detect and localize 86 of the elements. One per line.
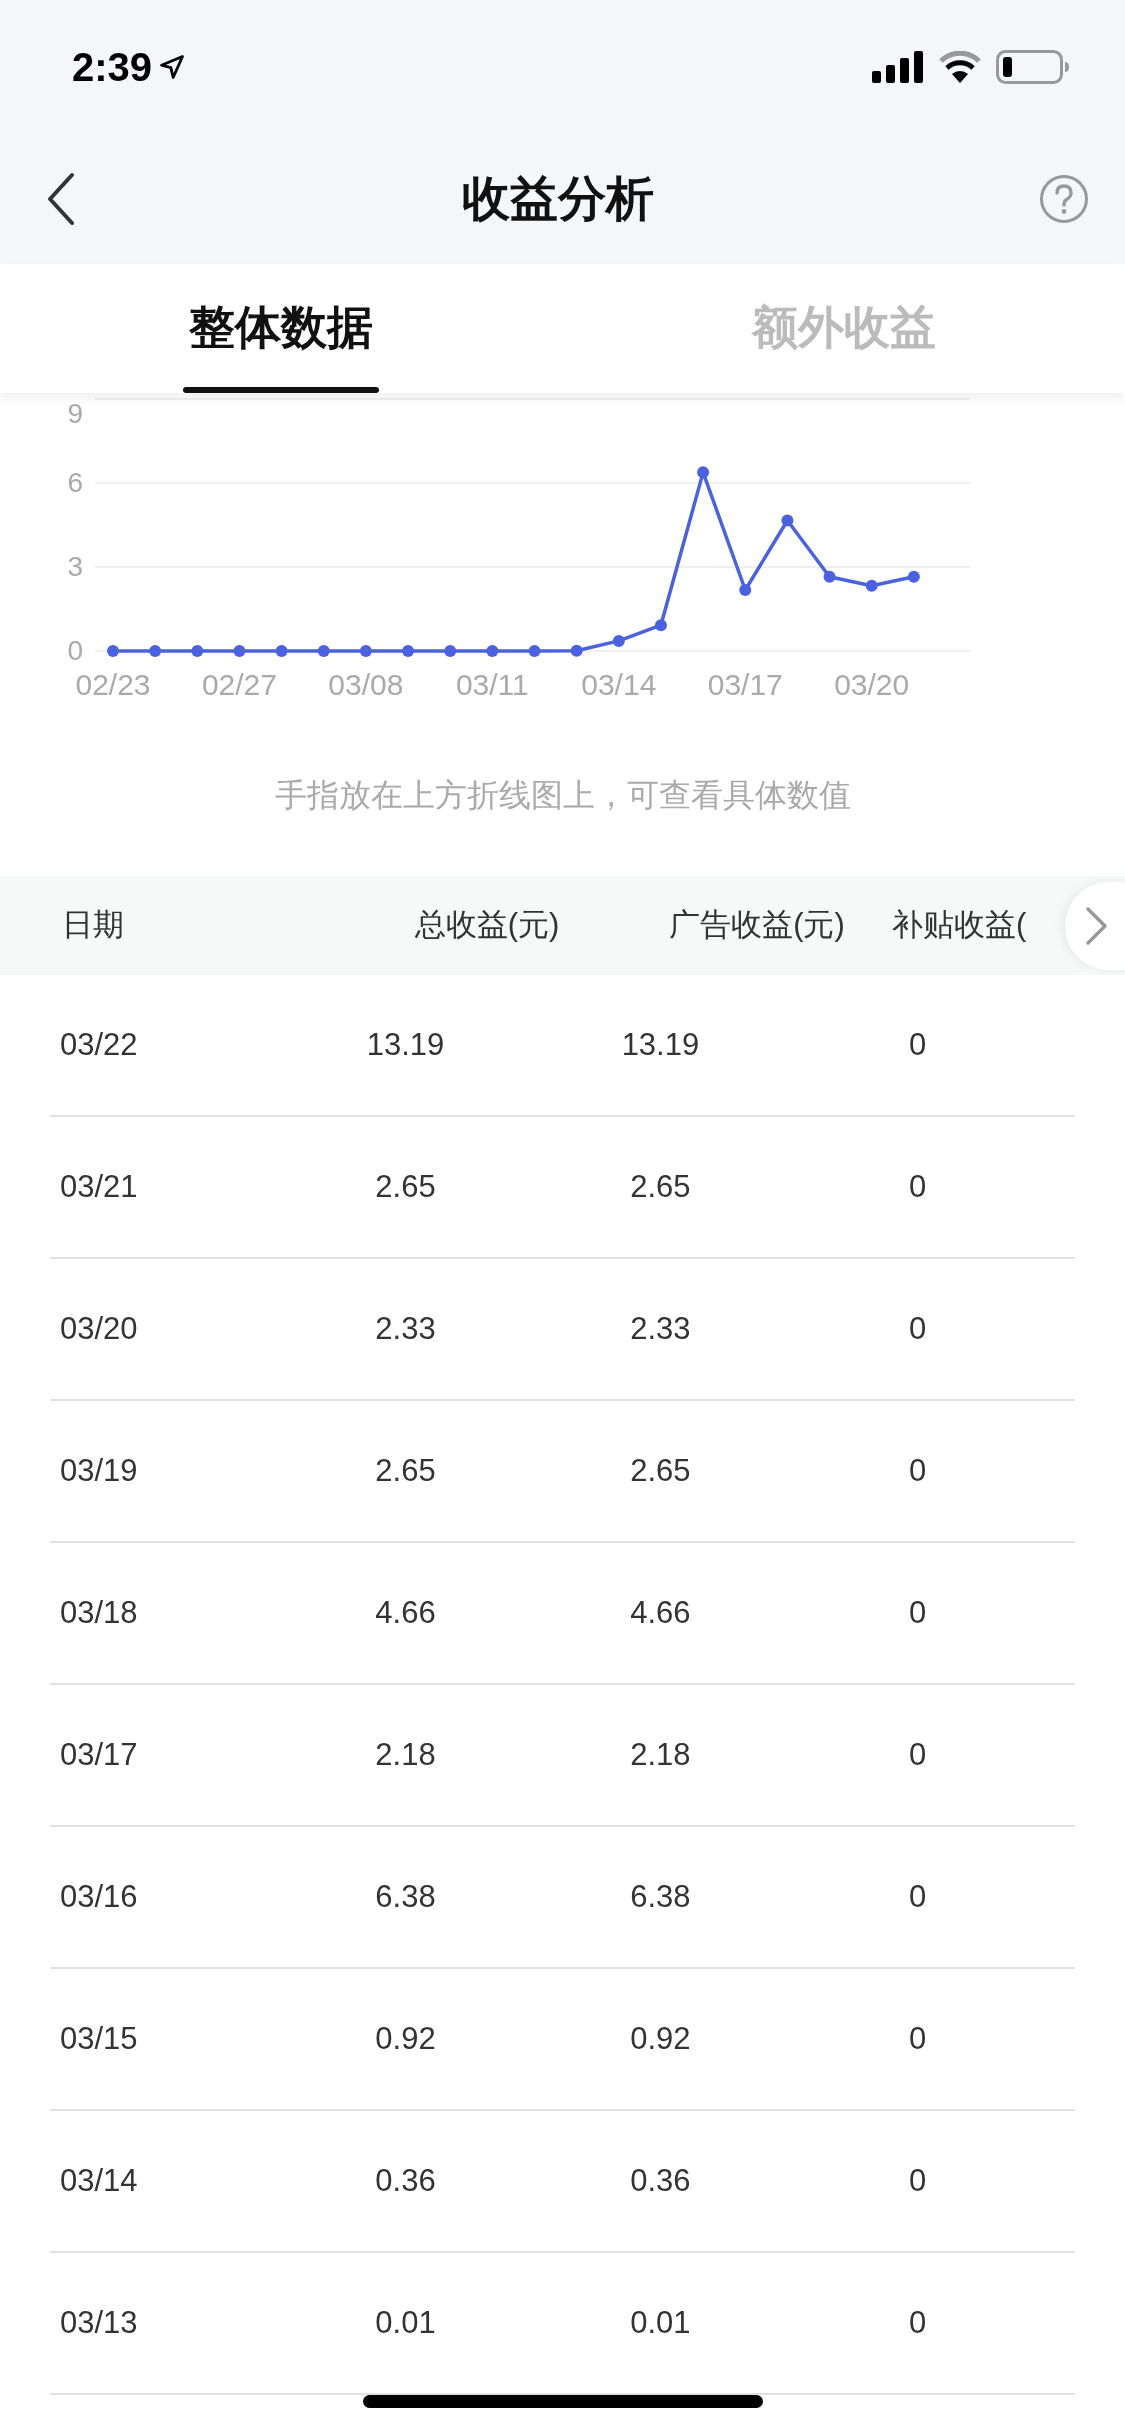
- y-tick-label: 6: [67, 467, 83, 498]
- data-point: [402, 645, 415, 657]
- table-cell-text: 03/22: [59, 1027, 139, 1063]
- table-cell-text: 13.19: [365, 1027, 446, 1063]
- table-cell-text: 0: [908, 1169, 928, 1205]
- hint-text: 手指放在上方折线图上，可查看具体数值: [274, 775, 851, 815]
- table-cell-text: 03/13: [59, 2305, 139, 2341]
- data-point: [149, 645, 162, 657]
- table-cell-text: 0: [908, 2305, 928, 2341]
- table-cell-text: 0.01: [629, 2305, 692, 2341]
- table-cell-text: 4.66: [629, 1595, 692, 1631]
- table-cell-text: 0: [908, 1311, 928, 1347]
- table-cell-text: 2.18: [374, 1737, 437, 1773]
- table-cell-text: 0: [908, 1737, 928, 1773]
- x-tick-label: 03/20: [834, 668, 910, 701]
- signal-icon: [872, 51, 924, 84]
- table-cell-text: 03/16: [59, 1879, 139, 1915]
- battery-icon: [996, 50, 1070, 85]
- table-cell-text: 03/14: [59, 2163, 139, 2199]
- x-tick-label: 03/17: [707, 668, 783, 701]
- x-tick-label: 02/23: [75, 668, 151, 701]
- data-point: [317, 645, 330, 657]
- table-cell-text: 2.33: [374, 1311, 437, 1347]
- y-tick-label: 9: [67, 398, 83, 429]
- y-tick-label: 0: [67, 635, 83, 666]
- back-chevron-icon: [46, 172, 76, 226]
- help-icon: [1039, 174, 1089, 224]
- data-point: [781, 514, 794, 527]
- x-tick-label: 02/27: [201, 668, 277, 701]
- chevron-right-icon: [1085, 905, 1109, 946]
- table-cell-text: 6.38: [629, 1879, 692, 1915]
- x-tick-label: 03/11: [455, 668, 529, 701]
- table-cell-text: 0: [908, 1595, 928, 1631]
- table-cell-text: 2.65: [374, 1169, 437, 1205]
- table-cell-text: 0: [908, 2163, 928, 2199]
- data-point: [907, 570, 920, 583]
- table-cell-text: 03/20: [59, 1311, 139, 1347]
- data-point: [233, 645, 246, 657]
- table-cell-text: 0.36: [629, 2163, 692, 2199]
- table-cell-text: 13.19: [620, 1027, 701, 1063]
- table-cell-text: 4.66: [374, 1595, 437, 1631]
- data-point: [359, 645, 372, 657]
- table-cell-text: 0: [908, 2021, 928, 2057]
- location-arrow-icon: [158, 53, 187, 82]
- data-point: [823, 570, 836, 583]
- column-header: 日期: [62, 906, 125, 945]
- table-cell-text: 03/15: [59, 2021, 139, 2057]
- table-cell-text: 0: [908, 1879, 928, 1915]
- y-tick-label: 3: [67, 551, 83, 582]
- table-cell-text: 0: [908, 1027, 928, 1063]
- data-point: [654, 619, 667, 632]
- data-point: [739, 583, 752, 596]
- data-point: [865, 579, 878, 592]
- data-point: [486, 645, 499, 657]
- column-header: 补贴收益(: [892, 906, 1028, 945]
- data-point: [528, 645, 541, 657]
- table-cell-text: 03/21: [59, 1169, 139, 1205]
- data-point: [444, 645, 457, 657]
- column-header: 总收益(元): [413, 906, 561, 945]
- table-cell-text: 03/19: [59, 1453, 139, 1489]
- table-cell-text: 0: [908, 1453, 928, 1489]
- table-cell-text: 03/18: [59, 1595, 139, 1631]
- data-point: [697, 466, 710, 479]
- data-point: [612, 634, 625, 647]
- table-cell-text: 2.18: [629, 1737, 692, 1773]
- x-tick-label: 03/08: [328, 668, 404, 701]
- data-point: [275, 645, 288, 657]
- table-cell-text: 0.36: [374, 2163, 437, 2199]
- data-point: [570, 644, 583, 657]
- table-cell-text: 2.65: [629, 1453, 692, 1489]
- wifi-icon: [938, 51, 982, 84]
- table-cell-text: 2.65: [374, 1453, 437, 1489]
- data-point: [107, 645, 119, 657]
- page-title: 收益分析: [461, 171, 654, 227]
- table-cell-text: 03/17: [59, 1737, 139, 1773]
- tab[interactable]: 整体数据: [0, 263, 563, 393]
- x-tick-label: 03/14: [581, 668, 657, 701]
- table-cell-text: 2.33: [629, 1311, 692, 1347]
- column-header: 广告收益(元): [668, 906, 846, 945]
- table-cell-text: 0.01: [374, 2305, 437, 2341]
- table-cell-text: 6.38: [374, 1879, 437, 1915]
- data-point: [191, 645, 204, 657]
- table-cell-text: 0.92: [374, 2021, 437, 2057]
- table-cell-text: 2.65: [629, 1169, 692, 1205]
- status-time: 2:39: [72, 44, 153, 90]
- table-cell-text: 0.92: [629, 2021, 692, 2057]
